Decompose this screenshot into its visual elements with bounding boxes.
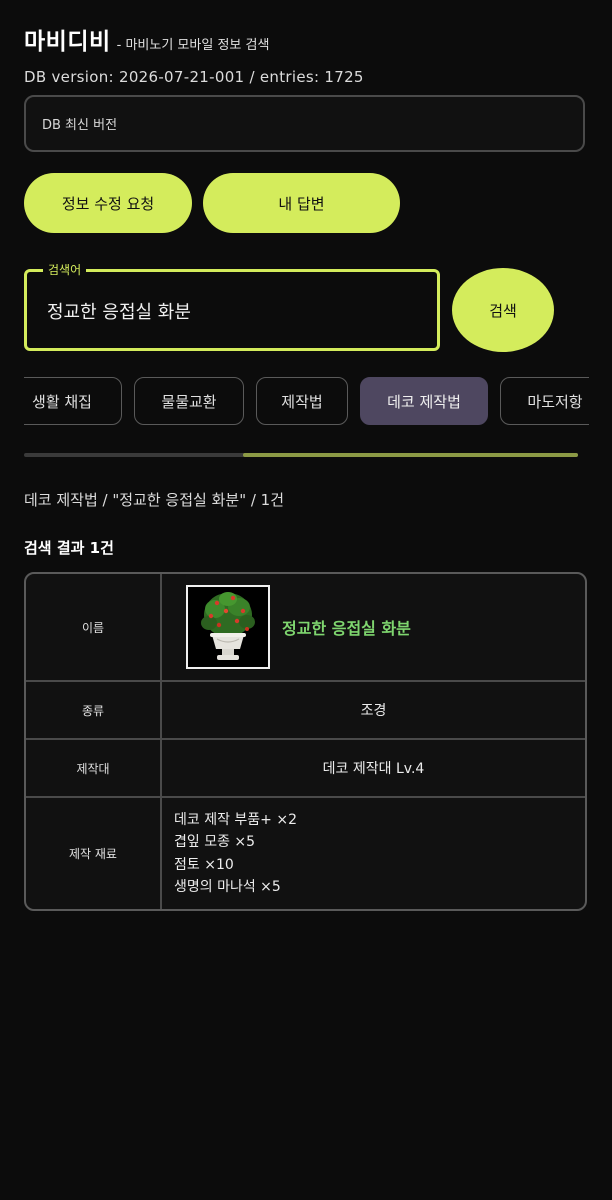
search-input-label: 검색어 (43, 261, 87, 278)
app-subtitle: - 마비노기 모바일 정보 검색 (116, 38, 270, 53)
db-version: DB version: 2026-07-21-001 / entries: 17… (24, 68, 364, 86)
search-button[interactable]: 검색 (452, 268, 554, 352)
materials-cell: 데코 제작 부품+ ×2 겹잎 모종 ×5 점토 ×10 생명의 마나석 ×5 (162, 798, 585, 909)
type-value: 조경 (360, 703, 387, 719)
materials-list: 데코 제작 부품+ ×2 겹잎 모종 ×5 점토 ×10 생명의 마나석 ×5 (162, 809, 297, 899)
tabs-scrollbar[interactable] (24, 453, 578, 457)
page: 마비디비 - 마비노기 모바일 정보 검색 DB version: 2026-0… (0, 0, 612, 1200)
table-row: 종류 조경 (26, 682, 585, 740)
tab-life-gathering[interactable]: 생활 채집 (24, 377, 122, 425)
materials-label: 제작 재료 (26, 798, 162, 909)
item-name-link[interactable]: 정교한 응접실 화분 (282, 615, 411, 639)
table-row: 제작 재료 데코 제작 부품+ ×2 겹잎 모종 ×5 점토 ×10 생명의 마… (26, 798, 585, 909)
name-cell: 정교한 응접실 화분 (162, 574, 585, 680)
table-row: 이름 정교한 응접실 화분 (26, 574, 585, 682)
tab-barter[interactable]: 물물교환 (134, 377, 244, 425)
breadcrumb: 데코 제작법 / "정교한 응접실 화분" / 1건 (24, 491, 285, 509)
tab-deco-recipes[interactable]: 데코 제작법 (360, 377, 488, 425)
title-row: 마비디비 - 마비노기 모바일 정보 검색 (24, 22, 588, 56)
tabs-scrollbar-thumb[interactable] (243, 453, 578, 457)
item-thumbnail (186, 585, 270, 669)
tab-recipes[interactable]: 제작법 (256, 377, 348, 425)
material-item: 생명의 마나석 ×5 (174, 879, 281, 895)
material-item: 겹잎 모종 ×5 (174, 834, 256, 850)
potted-plant-icon (201, 592, 255, 660)
tab-magic-resistance[interactable]: 마도저항 (500, 377, 589, 425)
material-item: 점토 ×10 (174, 856, 234, 873)
result-count-heading: 검색 결과 1건 (24, 539, 114, 557)
result-table: 이름 정교한 응접실 화분 종류 조경 제작대 데코 제작대 Lv.4 제작 재… (24, 572, 587, 911)
category-tabs[interactable]: 생활 채집 물물교환 제작법 데코 제작법 마도저항 (24, 377, 589, 429)
type-label: 종류 (26, 682, 162, 738)
category-tabs-track: 생활 채집 물물교환 제작법 데코 제작법 마도저항 (24, 377, 589, 425)
db-latest-version-label: DB 최신 버전 (42, 118, 118, 133)
db-latest-version-box[interactable]: DB 최신 버전 (24, 95, 585, 152)
edit-request-button[interactable]: 정보 수정 요청 (24, 173, 192, 233)
material-item: 데코 제작 부품+ ×2 (174, 811, 297, 828)
my-answers-button[interactable]: 내 답변 (203, 173, 400, 233)
header: 마비디비 - 마비노기 모바일 정보 검색 DB version: 2026-0… (24, 22, 588, 86)
name-label: 이름 (26, 574, 162, 680)
station-label: 제작대 (26, 740, 162, 796)
search-input-value[interactable]: 정교한 응접실 화분 (47, 298, 191, 324)
station-value: 데코 제작대 Lv.4 (322, 761, 425, 777)
app-title: 마비디비 (24, 29, 111, 55)
table-row: 제작대 데코 제작대 Lv.4 (26, 740, 585, 798)
search-input[interactable]: 검색어 정교한 응접실 화분 (24, 261, 440, 351)
